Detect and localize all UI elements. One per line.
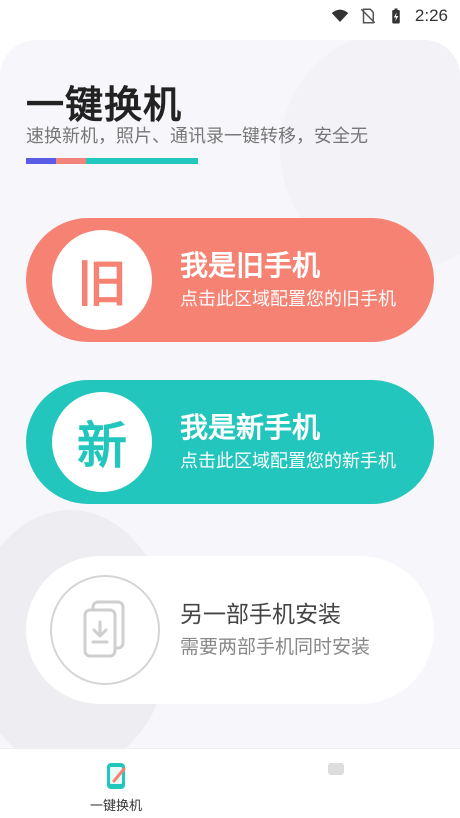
page-title: 一键换机	[26, 83, 183, 127]
new-phone-title: 我是新手机	[180, 411, 321, 444]
install-icon-circle	[50, 575, 160, 685]
nav-item-one-key-switch[interactable]: 一键换机	[56, 761, 176, 814]
underline-segment	[86, 158, 198, 164]
title-underline	[26, 158, 198, 164]
install-other-phone-card[interactable]: 另一部手机安装 需要两部手机同时安装	[26, 556, 434, 704]
nav-label: 一键换机	[89, 799, 142, 814]
underline-segment	[56, 158, 86, 164]
old-phone-card[interactable]: 旧 我是旧手机 点击此区域配置您的旧手机	[26, 218, 434, 342]
install-text: 另一部手机安装 需要两部手机同时安装	[180, 599, 370, 661]
new-phone-card[interactable]: 新 我是新手机 点击此区域配置您的新手机	[26, 380, 434, 504]
bottom-nav: 一键换机	[0, 748, 460, 818]
main-panel: 一键换机 速换新机，照片、通讯录一键转移，安全无 旧 我是旧手机 点击此区域配置…	[0, 40, 460, 748]
old-phone-text: 我是旧手机 点击此区域配置您的旧手机	[180, 248, 430, 312]
status-time: 2:26	[414, 6, 448, 25]
nav-item-secondary[interactable]	[324, 761, 364, 785]
old-phone-description: 点击此区域配置您的旧手机	[180, 289, 396, 310]
old-phone-badge: 旧	[52, 230, 152, 330]
new-phone-description: 点击此区域配置您的新手机	[180, 451, 396, 472]
underline-segment	[26, 158, 56, 164]
status-bar: 2:26	[0, 0, 460, 32]
old-phone-title: 我是旧手机	[180, 249, 321, 282]
wifi-icon	[331, 9, 349, 22]
new-phone-text: 我是新手机 点击此区域配置您的新手机	[180, 410, 430, 474]
new-phone-badge: 新	[52, 392, 152, 492]
battery-charging-icon	[392, 8, 400, 24]
install-title: 另一部手机安装	[180, 602, 341, 628]
page-subtitle: 速换新机，照片、通讯录一键转移，安全无	[26, 126, 368, 147]
phone-transfer-icon	[107, 763, 126, 789]
install-description: 需要两部手机同时安装	[180, 636, 371, 658]
no-sim-icon	[360, 8, 376, 24]
phone-download-icon	[83, 600, 125, 658]
nav-secondary-icon	[328, 763, 344, 775]
